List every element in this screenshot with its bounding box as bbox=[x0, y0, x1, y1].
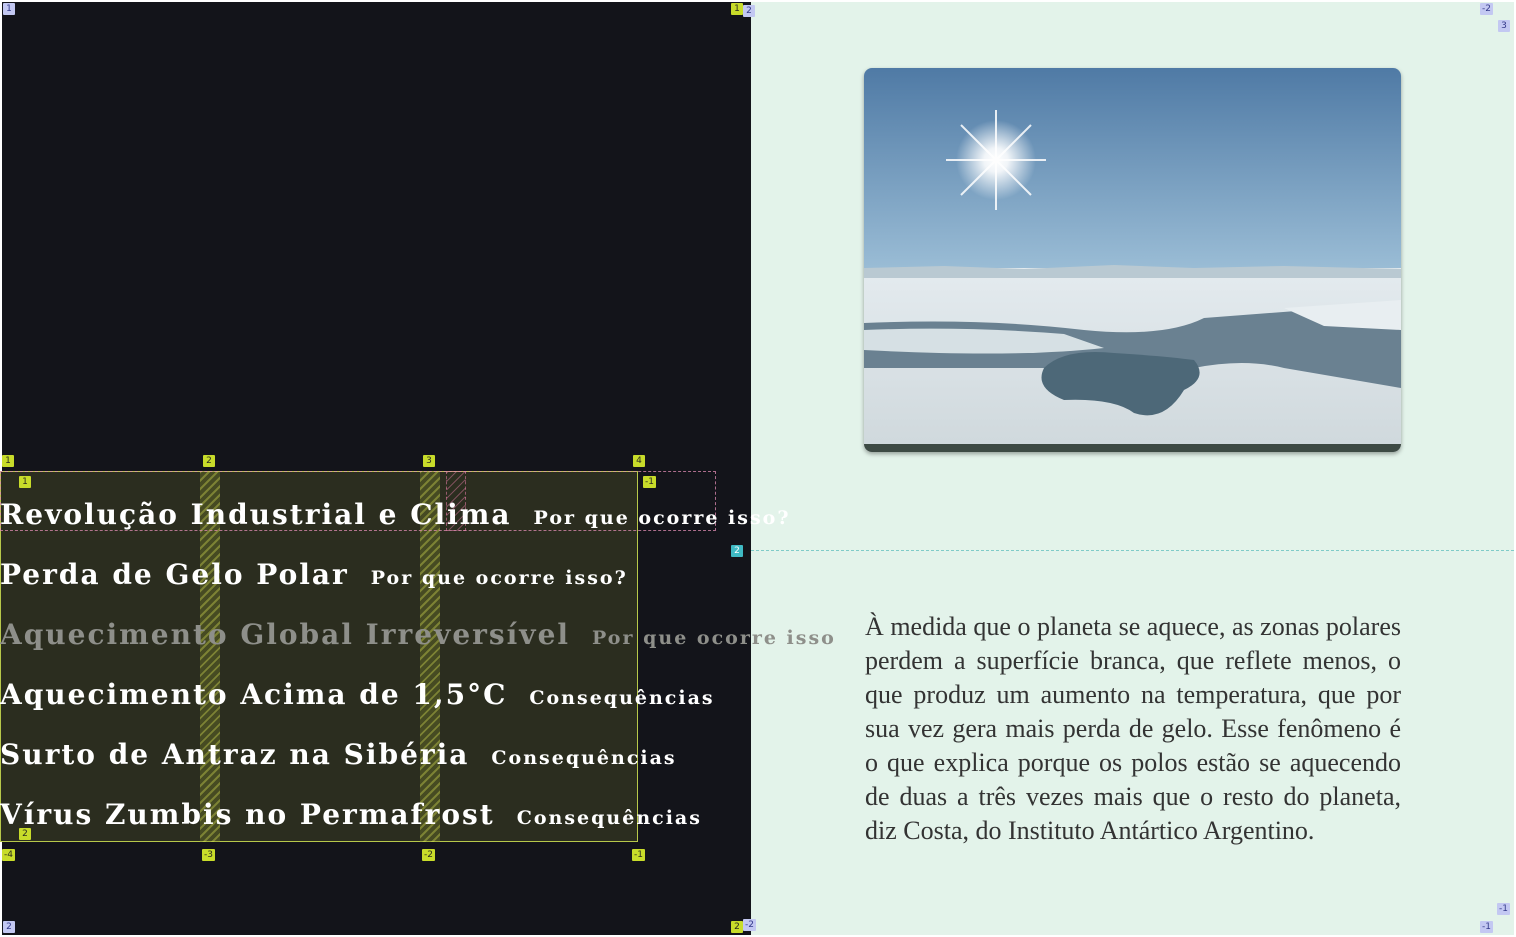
menu-item-title: Vírus Zumbis no Permafrost bbox=[0, 798, 495, 831]
page-grid-badge: -1 bbox=[1497, 903, 1510, 915]
menu-item-subtitle[interactable]: Consequências bbox=[517, 807, 702, 829]
grid-line-badge: -2 bbox=[422, 849, 435, 861]
grid-line-badge: -1 bbox=[632, 849, 645, 861]
page-grid-badge: 3 bbox=[1498, 20, 1510, 32]
menu-item-subtitle[interactable]: Por que ocorre isso bbox=[592, 627, 836, 649]
menu-item-industrial-revolution[interactable]: Revolução Industrial e Clima Por que oco… bbox=[0, 498, 790, 538]
article-paragraph: À medida que o planeta se aquece, as zon… bbox=[865, 612, 1401, 845]
grid-line-badge: 3 bbox=[423, 455, 435, 467]
grid-row-badge: -1 bbox=[643, 476, 656, 488]
grid-row-badge: 2 bbox=[19, 828, 31, 840]
menu-item-zombie-virus[interactable]: Vírus Zumbis no Permafrost Consequências bbox=[0, 798, 702, 838]
menu-item-subtitle[interactable]: Consequências bbox=[529, 687, 714, 709]
menu-item-polar-ice[interactable]: Perda de Gelo Polar Por que ocorre isso? bbox=[0, 558, 628, 598]
grid-line-badge: 1 bbox=[2, 455, 14, 467]
menu-item-title: Perda de Gelo Polar bbox=[0, 558, 349, 591]
page-grid-badge: 2 bbox=[3, 921, 15, 933]
section-divider bbox=[751, 550, 1514, 551]
page-grid-badge: -2 bbox=[1480, 3, 1493, 15]
menu-item-warming-1-5[interactable]: Aquecimento Acima de 1,5°C Consequências bbox=[0, 678, 715, 718]
menu-item-title: Aquecimento Global Irreversível bbox=[0, 618, 571, 651]
page-grid-badge: 2 bbox=[743, 5, 755, 17]
page-grid-badge: -1 bbox=[1480, 921, 1493, 933]
menu-item-title: Surto de Antraz na Sibéria bbox=[0, 738, 470, 771]
grid-line-badge: -4 bbox=[2, 849, 15, 861]
grid-row-badge: 1 bbox=[19, 476, 31, 488]
menu-item-subtitle[interactable]: Por que ocorre isso? bbox=[534, 507, 791, 529]
page-grid-badge: 1 bbox=[731, 3, 743, 15]
menu-item-title: Revolução Industrial e Clima bbox=[0, 498, 512, 531]
page-grid-badge: 1 bbox=[3, 3, 15, 15]
menu-item-subtitle[interactable]: Por que ocorre isso? bbox=[371, 567, 628, 589]
flex-line-badge: 2 bbox=[731, 545, 743, 557]
arctic-ice-photo bbox=[864, 68, 1401, 452]
grid-line-badge: 2 bbox=[203, 455, 215, 467]
menu-item-irreversible-warming[interactable]: Aquecimento Global Irreversível Por que … bbox=[0, 618, 836, 658]
page-grid-badge: -2 bbox=[743, 919, 756, 931]
grid-line-badge: 4 bbox=[633, 455, 645, 467]
grid-line-badge: -3 bbox=[202, 849, 215, 861]
menu-item-title: Aquecimento Acima de 1,5°C bbox=[0, 678, 508, 711]
page-grid-badge: 2 bbox=[731, 921, 743, 933]
menu-item-subtitle[interactable]: Consequências bbox=[491, 747, 676, 769]
menu-item-anthrax-siberia[interactable]: Surto de Antraz na Sibéria Consequências bbox=[0, 738, 677, 778]
